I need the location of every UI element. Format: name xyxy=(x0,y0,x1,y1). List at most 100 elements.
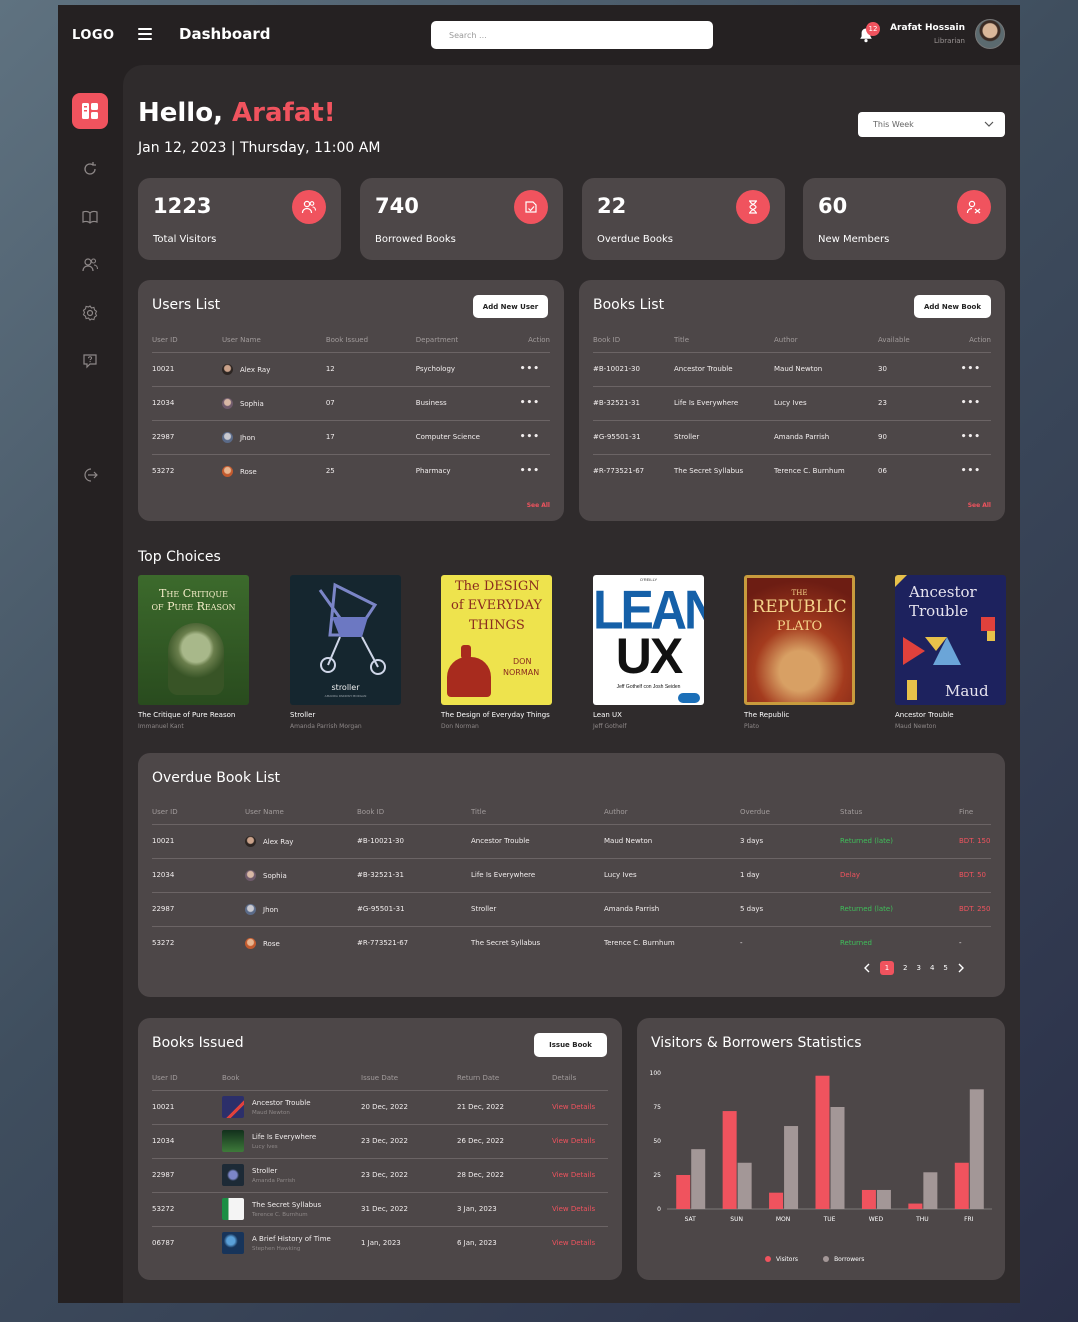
page-button[interactable]: 3 xyxy=(916,964,920,972)
chevron-down-icon xyxy=(984,121,994,127)
column-header: Author xyxy=(774,328,878,353)
greeting-text: Hello, xyxy=(138,98,223,128)
avatar[interactable] xyxy=(975,19,1005,49)
cover-text: AMANDA PARRISH MORGAN xyxy=(324,694,367,698)
book-thumbnail xyxy=(222,1096,244,1118)
date-line: Jan 12, 2023 | Thursday, 11:00 AM xyxy=(138,140,381,156)
view-details-link[interactable]: View Details xyxy=(552,1192,608,1227)
chevron-left-icon[interactable] xyxy=(863,963,871,973)
book-card[interactable]: O'REILLY LEAN UX Jeff Gothelf con Josh S… xyxy=(593,575,704,730)
cell: Amanda Parrish xyxy=(774,420,878,455)
add-book-button[interactable]: Add New Book xyxy=(914,295,991,318)
cover-text: The Critique xyxy=(159,587,228,600)
bar-borrowers xyxy=(923,1172,938,1209)
page-button[interactable]: 5 xyxy=(943,964,947,972)
stat-label: Overdue Books xyxy=(597,234,673,245)
y-tick-label: 100 xyxy=(650,1070,662,1077)
gear-icon[interactable] xyxy=(81,304,99,322)
more-actions-button[interactable]: ••• xyxy=(948,386,991,421)
more-actions-button[interactable]: ••• xyxy=(948,420,991,455)
chevron-right-icon[interactable] xyxy=(957,963,965,973)
more-actions-button[interactable]: ••• xyxy=(948,352,991,387)
book-card[interactable]: The DESIGN of EVERYDAY THINGS DON NORMAN… xyxy=(441,575,552,730)
table-row: #B-10021-30 Ancestor Trouble Maud Newton… xyxy=(593,352,991,387)
users-list-title: Users List xyxy=(152,297,221,313)
page-button[interactable]: 4 xyxy=(930,964,934,972)
page-button-current[interactable]: 1 xyxy=(880,961,894,975)
logout-icon[interactable] xyxy=(81,466,99,484)
cell: #B-32521-31 xyxy=(357,858,471,893)
stats-chart-panel: Visitors & Borrowers Statistics 0 25 50 75 1… xyxy=(637,1018,1005,1280)
cover-text: NORMAN xyxy=(503,668,540,677)
refresh-icon[interactable] xyxy=(81,160,99,178)
cell: 1 day xyxy=(740,858,840,893)
bar-borrowers xyxy=(691,1149,706,1209)
books-list-panel: Books List Add New Book Book ID Title Au… xyxy=(579,280,1005,521)
cell: 10021 xyxy=(152,1090,222,1125)
cell: 1 Jan, 2023 xyxy=(361,1239,401,1248)
book-title: The Design of Everyday Things xyxy=(441,711,550,719)
book-icon[interactable] xyxy=(81,208,99,226)
view-details-link[interactable]: View Details xyxy=(552,1158,608,1193)
book-cover: O'REILLY LEAN UX Jeff Gothelf con Josh S… xyxy=(593,575,704,705)
cell: Jhon xyxy=(221,420,326,455)
search-input[interactable] xyxy=(431,21,713,49)
cell: A Brief History of Time Stephen Hawking xyxy=(222,1226,361,1260)
cell: Pharmacy xyxy=(415,467,451,476)
view-details-link[interactable]: View Details xyxy=(552,1226,608,1260)
table-row: 22987 Stroller Amanda Parrish 23 Dec, 202… xyxy=(152,1158,608,1193)
legend-item-borrowers: Borrowers xyxy=(823,1256,864,1263)
more-actions-button[interactable]: ••• xyxy=(948,454,991,488)
book-author: Amanda Parrish Morgan xyxy=(290,723,362,730)
app-frame: LOGO Dashboard 12 Arafat Hossain Librari… xyxy=(58,5,1020,1303)
cover-text: PLATO xyxy=(776,619,823,634)
book-card[interactable]: stroller AMANDA PARRISH MORGAN Stroller … xyxy=(290,575,401,730)
bar-chart: 0 25 50 75 100 SAT SUN MON TUE WED THU FRI xyxy=(650,1070,992,1223)
bar-borrowers xyxy=(737,1162,752,1209)
table-row: #R-773521-67 The Secret Syllabus Terence… xyxy=(593,454,991,488)
column-header: Department xyxy=(415,328,520,353)
x-tick-label: MON xyxy=(776,1216,790,1223)
cell: Alex Ray xyxy=(221,352,326,387)
book-author: Amanda Parrish xyxy=(252,1177,296,1184)
overdue-table: User ID User Name Book ID Title Author O… xyxy=(152,800,991,960)
more-actions-button[interactable]: ••• xyxy=(519,352,550,387)
book-open-icon xyxy=(514,190,548,224)
legend-label: Borrowers xyxy=(834,1256,865,1263)
period-select[interactable]: This Week xyxy=(858,112,1005,137)
book-title: The Critique of Pure Reason xyxy=(138,711,236,719)
table-row: 53272 Rose 25 Pharmacy ••• xyxy=(152,454,550,488)
help-chat-icon[interactable] xyxy=(81,352,99,370)
book-card[interactable]: The Critique of Pure Reason The Critique… xyxy=(138,575,249,730)
see-all-link[interactable]: See All xyxy=(527,502,550,509)
stat-card-visitors: 1223 Total Visitors xyxy=(138,178,341,260)
status-badge: Returned (late) xyxy=(840,892,959,927)
table-row: 22987 Jhon 17 Computer Science ••• xyxy=(152,420,550,455)
users-icon[interactable] xyxy=(81,256,99,274)
cover-text: of EVERYDAY xyxy=(451,598,542,613)
add-user-button[interactable]: Add New User xyxy=(473,295,548,318)
table-row: #B-32521-31 Life Is Everywhere Lucy Ives… xyxy=(593,386,991,421)
column-header: Book ID xyxy=(357,800,471,825)
book-title: Lean UX xyxy=(593,711,622,719)
column-header: Book ID xyxy=(593,328,674,353)
hamburger-menu-icon[interactable] xyxy=(138,28,152,40)
bar-borrowers xyxy=(784,1126,799,1209)
column-header: Available xyxy=(878,328,948,353)
more-actions-button[interactable]: ••• xyxy=(520,454,550,488)
more-actions-button[interactable]: ••• xyxy=(519,420,550,455)
bar-visitors xyxy=(769,1192,784,1209)
book-cover: THE REPUBLIC PLATO xyxy=(744,575,855,705)
book-card[interactable]: Ancestor Trouble Maud Ancestor Trouble M… xyxy=(895,575,1006,730)
column-header: Fine xyxy=(959,800,991,825)
more-actions-button[interactable]: ••• xyxy=(519,386,550,421)
table-row: 06787 A Brief History of Time Stephen Haw… xyxy=(152,1226,608,1260)
see-all-link[interactable]: See All xyxy=(968,502,991,509)
sidebar-item-dashboard[interactable] xyxy=(72,93,108,129)
view-details-link[interactable]: View Details xyxy=(552,1124,608,1159)
view-details-link[interactable]: View Details xyxy=(552,1090,608,1125)
page-button[interactable]: 2 xyxy=(903,964,907,972)
column-header: Details xyxy=(552,1066,608,1091)
book-card[interactable]: THE REPUBLIC PLATO The Republic Plato xyxy=(744,575,855,730)
issue-book-button[interactable]: Issue Book xyxy=(534,1033,607,1057)
